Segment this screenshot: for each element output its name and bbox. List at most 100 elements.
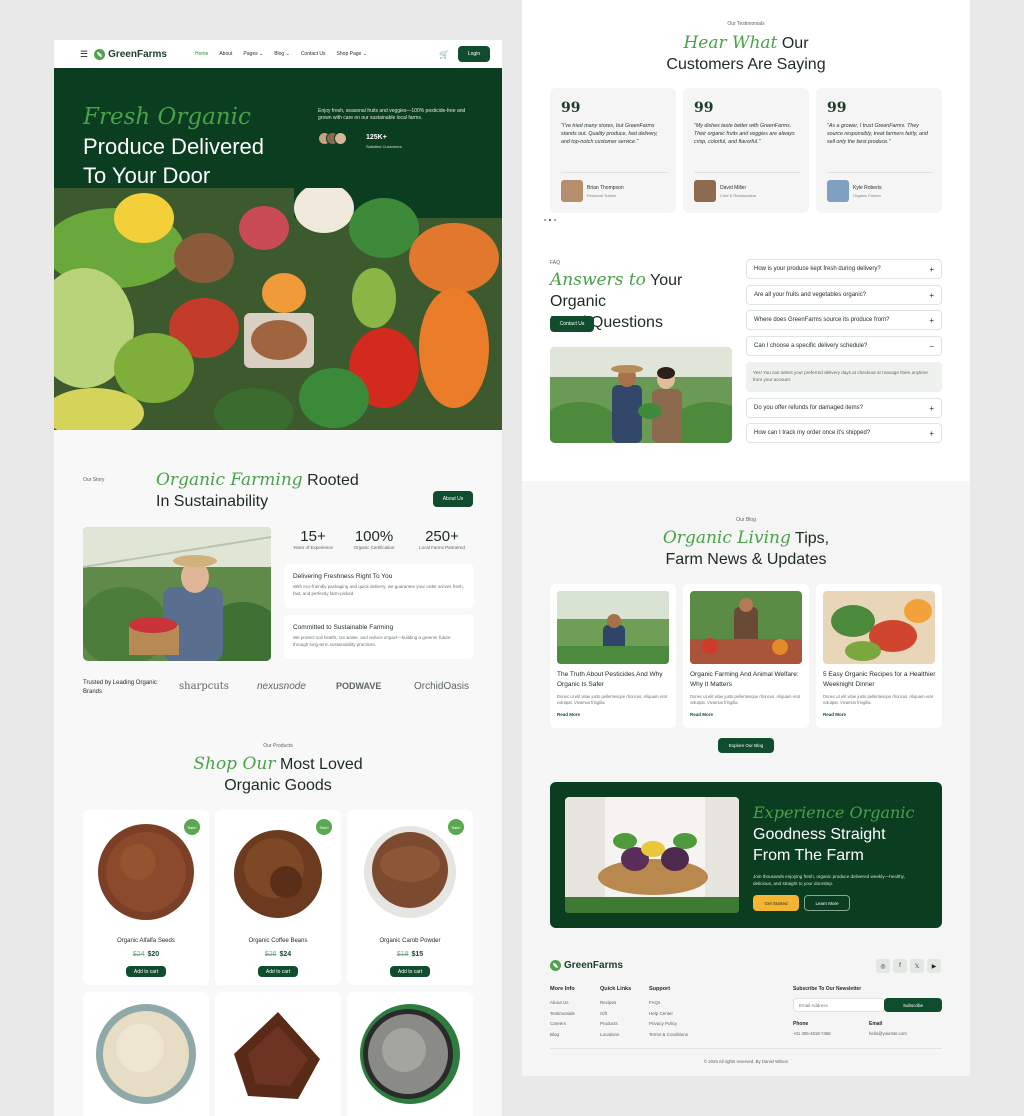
plus-icon: + xyxy=(929,403,934,413)
site-logo[interactable]: GreenFarms xyxy=(94,48,167,60)
add-to-cart-button[interactable]: Add to cart xyxy=(390,966,430,977)
faq-item-5[interactable]: Do you offer refunds for damaged items? + xyxy=(746,398,942,418)
nav-link-home[interactable]: Home xyxy=(195,51,208,57)
youtube-icon[interactable]: ▶ xyxy=(927,959,941,973)
product-name: Organic Alfalfa Seeds xyxy=(117,938,175,944)
sale-badge: Sale! xyxy=(184,819,200,835)
oats-bowl-image xyxy=(96,1004,196,1104)
cacao-nibs-image xyxy=(234,1012,320,1099)
product-card-chia[interactable] xyxy=(347,992,473,1116)
newsletter-email-input[interactable] xyxy=(793,998,885,1012)
product-card-coffee[interactable]: Sale! Organic Coffee Beans $26 $24 Add to… xyxy=(215,810,341,985)
footer-divider xyxy=(550,1048,942,1049)
product-card-carob[interactable]: Sale! Organic Carob Powder $18 $15 Add to… xyxy=(347,810,473,985)
email-value: hello@yoursite.com xyxy=(869,1031,907,1036)
brand-orchidoasis: OrchidOasis xyxy=(414,681,470,692)
footer-link[interactable]: Recipes xyxy=(600,998,631,1009)
carousel-dots[interactable] xyxy=(544,219,556,221)
plus-icon: + xyxy=(929,290,934,300)
product-name: Organic Carob Powder xyxy=(379,938,441,944)
satisfied-label: Satisfied Customers xyxy=(366,144,402,149)
testimonials-title: Hear What Our Customers Are Saying xyxy=(666,33,826,73)
products-label: Our Products xyxy=(263,743,293,749)
trusted-label: Trusted by Leading Organic Brands xyxy=(83,680,157,695)
nav-link-shop[interactable]: Shop Page ⌄ xyxy=(337,51,367,57)
nav-link-pages[interactable]: Pages ⌄ xyxy=(243,51,263,57)
cart-icon[interactable]: 🛒 xyxy=(439,50,449,59)
cta-learn-more-button[interactable]: Learn More xyxy=(804,895,850,911)
menu-icon[interactable]: ☰ xyxy=(80,49,88,60)
hero-section: Fresh Organic Produce Delivered To Your … xyxy=(54,68,502,430)
footer-logo[interactable]: GreenFarms xyxy=(550,960,623,971)
cta-text: Join thousands enjoying fresh, organic p… xyxy=(753,874,905,886)
leaf-logo-icon xyxy=(94,48,106,60)
explore-blog-button[interactable]: Explore Our Blog xyxy=(718,738,774,753)
subscribe-button[interactable]: Subscribe xyxy=(884,998,942,1012)
nav-link-contact[interactable]: Contact Us xyxy=(301,51,326,57)
story-title: Organic Farming Rooted In Sustainability xyxy=(156,470,359,510)
footer-col-more-info: More Info About Us Testimonials Careers … xyxy=(550,986,575,1040)
about-us-button[interactable]: About Us xyxy=(433,491,473,507)
add-to-cart-button[interactable]: Add to cart xyxy=(258,966,298,977)
x-icon[interactable]: 𝕏 xyxy=(910,959,924,973)
product-price: $18 $15 xyxy=(396,951,424,958)
read-more-link[interactable]: Read More xyxy=(557,712,580,717)
footer-link[interactable]: Privacy Policy xyxy=(649,1019,688,1030)
footer-link[interactable]: About Us xyxy=(550,998,575,1009)
testimonial-card-david: 99 "My dishes taste better with GreenFar… xyxy=(683,88,809,213)
nav-link-blog[interactable]: Blog ⌄ xyxy=(274,51,290,57)
left-page-panel: ☰ GreenFarms Home About Pages ⌄ Blog ⌄ C… xyxy=(54,40,502,1116)
faq-item-3[interactable]: Where does GreenFarms source its produce… xyxy=(746,310,942,330)
footer-link[interactable]: FAQs xyxy=(649,998,688,1009)
avatar xyxy=(827,180,849,202)
footer-col-support: Support FAQs Help Center Privacy Policy … xyxy=(649,986,688,1040)
faq-item-4[interactable]: Can I choose a specific delivery schedul… xyxy=(746,336,942,356)
blog-image-greenhouse xyxy=(557,591,669,664)
avatar xyxy=(561,180,583,202)
facebook-icon[interactable]: f xyxy=(893,959,907,973)
add-to-cart-button[interactable]: Add to cart xyxy=(126,966,166,977)
product-card-cacao[interactable] xyxy=(215,992,341,1116)
read-more-link[interactable]: Read More xyxy=(690,712,713,717)
hero-description: Enjoy fresh, seasonal fruits and veggies… xyxy=(318,108,466,121)
phone-value: +01 306-4918-7458 xyxy=(793,1031,831,1036)
footer-link[interactable]: Help Center xyxy=(649,1009,688,1020)
faq-item-1[interactable]: How is your produce kept fresh during de… xyxy=(746,259,942,279)
login-button[interactable]: Login xyxy=(458,46,490,62)
product-card-alfalfa[interactable]: Sale! Organic Alfalfa Seeds $24 $20 Add t… xyxy=(83,810,209,985)
avatar xyxy=(334,132,347,145)
cta-title: Experience Organic Goodness Straight Fro… xyxy=(753,803,915,864)
instagram-icon[interactable]: ◎ xyxy=(876,959,890,973)
right-page-panel: Our Testimonials Hear What Our Customers… xyxy=(522,0,970,1076)
footer-link[interactable]: Gift xyxy=(600,1009,631,1020)
testimonial-card-brian: 99 "I've tried many stores, but GreenFar… xyxy=(550,88,676,213)
product-card-oats[interactable] xyxy=(83,992,209,1116)
email-label: Email xyxy=(869,1021,883,1027)
nav-link-about[interactable]: About xyxy=(219,51,232,57)
footer-link[interactable]: Testimonials xyxy=(550,1009,575,1020)
footer-link[interactable]: Terms & Conditions xyxy=(649,1030,688,1041)
contact-us-button[interactable]: Contact Us xyxy=(550,316,594,332)
footer-link[interactable]: Blog xyxy=(550,1030,575,1041)
footer-link[interactable]: Careers xyxy=(550,1019,575,1030)
stat-years: 15+ Years of Experience xyxy=(292,528,334,550)
story-label: Our Story xyxy=(83,477,105,483)
copyright: © 2025 All rights reserved. By Daniel Wi… xyxy=(703,1059,789,1064)
footer-link[interactable]: Products xyxy=(600,1019,631,1030)
farmers-image xyxy=(550,347,732,443)
read-more-link[interactable]: Read More xyxy=(823,712,846,717)
stat-certification: 100% Organic Certification xyxy=(353,528,395,550)
chef-vegetables-image xyxy=(565,797,739,913)
faq-item-6[interactable]: How can I track my order once it's shipp… xyxy=(746,423,942,443)
product-name: Organic Coffee Beans xyxy=(248,938,308,944)
quote-icon: 99 xyxy=(694,100,714,116)
blog-card-pesticides[interactable]: The Truth About Pesticides And Why Organ… xyxy=(550,584,676,728)
footer-link[interactable]: Locations xyxy=(600,1030,631,1041)
faq-item-2[interactable]: Are all your fruits and vegetables organ… xyxy=(746,285,942,305)
blog-card-animal-welfare[interactable]: Organic Farming And Animal Welfare: Why … xyxy=(683,584,809,728)
blog-image-market xyxy=(690,591,802,664)
blog-card-recipes[interactable]: 5 Easy Organic Recipes for a Healthier W… xyxy=(816,584,942,728)
testimonials-label: Our Testimonials xyxy=(727,21,765,27)
cta-banner: Experience Organic Goodness Straight Fro… xyxy=(550,782,942,928)
cta-get-started-button[interactable]: Get Started xyxy=(753,895,799,911)
